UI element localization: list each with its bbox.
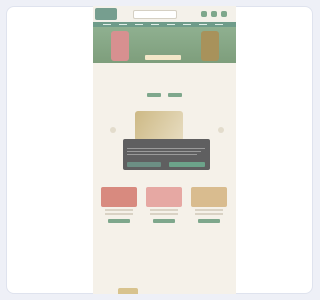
nav-item[interactable] <box>119 24 127 25</box>
section-button[interactable] <box>146 93 161 97</box>
feature-card[interactable] <box>146 187 182 227</box>
feature-button[interactable] <box>108 219 130 223</box>
product-carousel-image[interactable] <box>135 111 183 141</box>
accept-cookies-button[interactable] <box>169 162 205 167</box>
hero-banner[interactable] <box>93 27 236 63</box>
cookie-banner <box>123 139 210 170</box>
cookie-text-line <box>127 151 201 152</box>
search-input[interactable] <box>133 10 177 19</box>
cookie-text-line <box>127 154 197 155</box>
feature-card[interactable] <box>191 187 227 227</box>
hero-cta-button[interactable] <box>145 55 181 60</box>
nav-item[interactable] <box>151 24 159 25</box>
feature-card[interactable] <box>101 187 137 227</box>
feature-image <box>101 187 137 207</box>
nav-item[interactable] <box>103 24 111 25</box>
nav-item[interactable] <box>183 24 191 25</box>
feature-text-line <box>105 209 133 211</box>
feature-button[interactable] <box>153 219 175 223</box>
feature-text-line <box>150 213 178 215</box>
feature-text-line <box>195 213 223 215</box>
hero-product-image <box>201 31 219 61</box>
heart-icon[interactable] <box>211 11 217 17</box>
cart-icon[interactable] <box>221 11 227 17</box>
site-logo[interactable] <box>95 8 117 20</box>
feature-text-line <box>150 209 178 211</box>
intro-section <box>93 63 236 101</box>
feature-button[interactable] <box>198 219 220 223</box>
reject-cookies-button[interactable] <box>127 162 161 167</box>
nav-item[interactable] <box>199 24 207 25</box>
footer-image <box>118 288 138 294</box>
feature-text-line <box>195 209 223 211</box>
nav-item[interactable] <box>215 24 223 25</box>
section-button[interactable] <box>168 93 183 97</box>
nav-item[interactable] <box>135 24 143 25</box>
feature-image <box>191 187 227 207</box>
carousel-prev-icon[interactable] <box>110 127 116 133</box>
feature-image <box>146 187 182 207</box>
user-icon[interactable] <box>201 11 207 17</box>
hero-product-image <box>111 31 129 61</box>
cookie-text-line <box>127 148 205 149</box>
feature-text-line <box>105 213 133 215</box>
nav-item[interactable] <box>167 24 175 25</box>
site-header <box>93 6 236 22</box>
carousel-next-icon[interactable] <box>218 127 224 133</box>
